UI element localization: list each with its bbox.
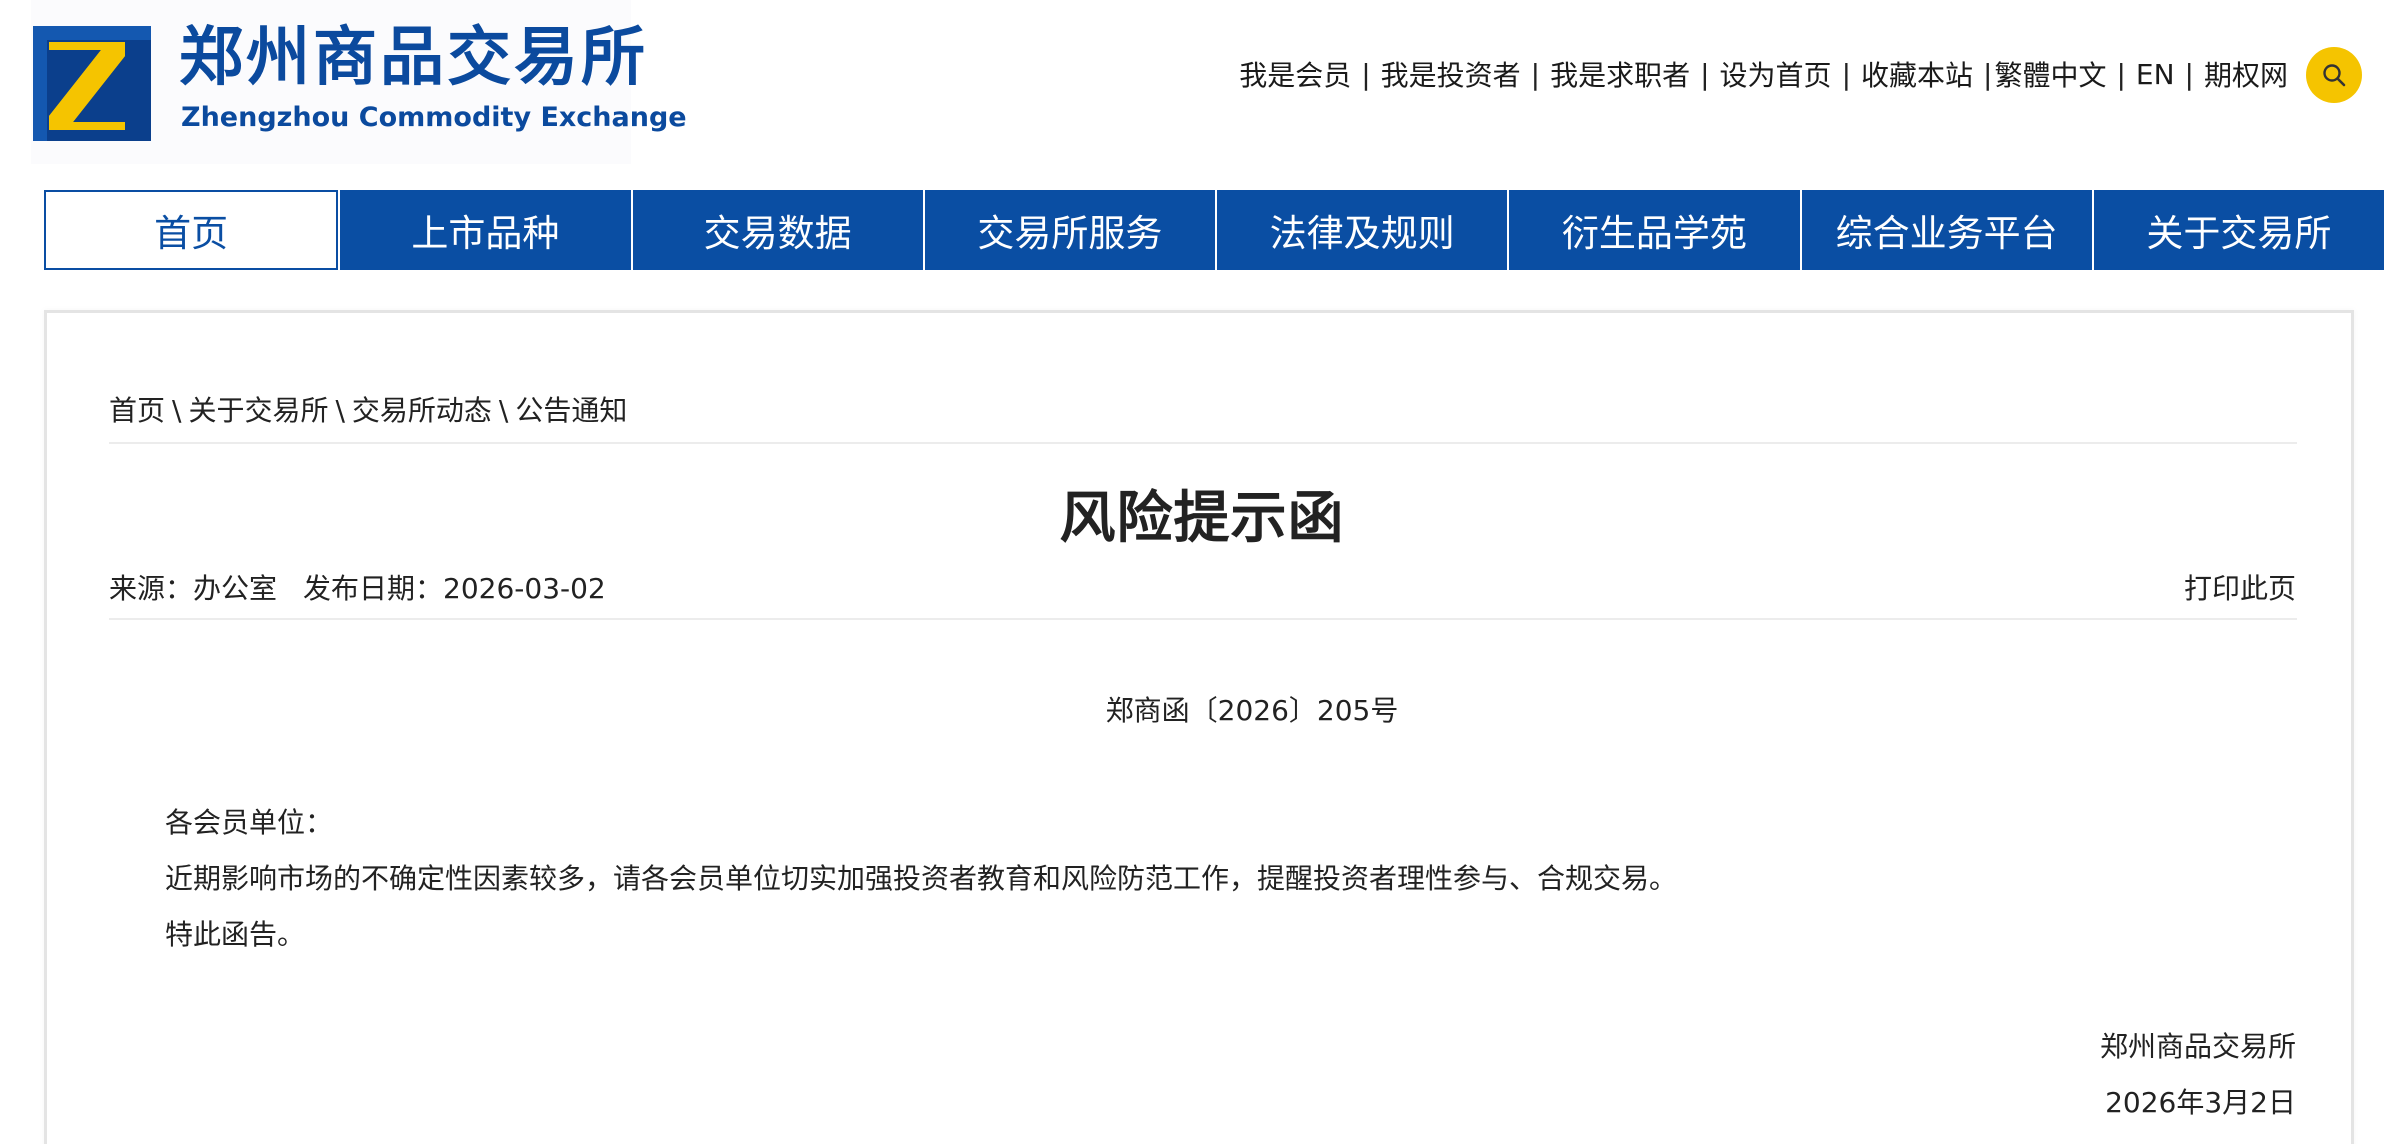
link-member[interactable]: 我是会员: [1239, 54, 1351, 94]
page: 郑州商品交易所 Zhengzhou Commodity Exchange 我是会…: [0, 0, 2402, 1144]
logo-english-name: Zhengzhou Commodity Exchange: [181, 102, 687, 133]
breadcrumb: 首页 \ 关于交易所 \ 交易所动态 \ 公告通知: [109, 389, 627, 429]
divider: [109, 618, 2297, 620]
article-meta: 来源：办公室 发布日期：2026-03-02: [109, 567, 606, 607]
article-title: 风险提示函: [1059, 486, 1345, 551]
closing-line: 特此函告。: [165, 918, 306, 951]
article-paragraph: 近期影响市场的不确定性因素较多，请各会员单位切实加强投资者教育和风险防范工作，提…: [165, 862, 1678, 895]
separator: |: [1530, 57, 1541, 91]
top-utility-links: 我是会员 | 我是投资者 | 我是求职者 | 设为首页 | 收藏本站 | 繁體中…: [1239, 52, 2288, 96]
article-date: 发布日期：2026-03-02: [303, 572, 606, 605]
separator: |: [1841, 57, 1851, 91]
site-logo[interactable]: 郑州商品交易所 Zhengzhou Commodity Exchange: [31, 0, 687, 164]
breadcrumb-about[interactable]: 关于交易所: [188, 394, 328, 427]
signature: 郑州商品交易所: [2099, 1030, 2296, 1063]
breadcrumb-separator: \: [172, 394, 182, 427]
breadcrumb-separator: \: [498, 394, 509, 427]
divider: [109, 442, 2297, 444]
breadcrumb-notices[interactable]: 公告通知: [515, 394, 627, 427]
logo-chinese-name: 郑州商品交易所: [179, 21, 648, 95]
document-number: 郑商函〔2026〕205号: [1105, 694, 1399, 727]
salutation: 各会员单位：: [165, 806, 334, 839]
link-english[interactable]: EN: [2136, 58, 2175, 91]
article-card: 首页 \ 关于交易所 \ 交易所动态 \ 公告通知 风险提示函 来源：办公室 发布日期：202…: [44, 310, 2354, 1144]
nav-item-about[interactable]: 关于交易所: [2091, 190, 2384, 270]
zce-logo-icon: [33, 26, 151, 141]
link-set-homepage[interactable]: 设为首页: [1720, 54, 1832, 94]
breadcrumb-separator: \: [335, 394, 345, 427]
link-options-site[interactable]: 期权网: [2204, 54, 2288, 94]
nav-item-derivatives-academy[interactable]: 衍生品学苑: [1507, 190, 1799, 270]
separator: |: [1361, 57, 1371, 91]
link-bookmark[interactable]: 收藏本站: [1861, 54, 1973, 94]
signature-date: 2026年3月2日: [2105, 1086, 2296, 1119]
nav-item-home[interactable]: 首页: [44, 190, 339, 270]
nav-item-laws-rules[interactable]: 法律及规则: [1215, 190, 1507, 270]
nav-item-business-platform[interactable]: 综合业务平台: [1799, 190, 2092, 270]
link-traditional-chinese[interactable]: 繁體中文: [1994, 54, 2106, 94]
separator: |: [1983, 57, 1993, 91]
nav-item-exchange-services[interactable]: 交易所服务: [922, 190, 1215, 270]
print-page-link[interactable]: 打印此页: [2184, 567, 2296, 607]
link-job-seeker[interactable]: 我是求职者: [1550, 54, 1690, 94]
nav-item-trading-data[interactable]: 交易数据: [630, 190, 923, 270]
link-investor[interactable]: 我是投资者: [1381, 54, 1521, 94]
article-source: 来源：办公室: [109, 572, 278, 605]
separator: |: [1700, 57, 1710, 91]
breadcrumb-home[interactable]: 首页: [109, 394, 165, 427]
nav-item-listed-products[interactable]: 上市品种: [338, 190, 630, 270]
main-nav: 首页 上市品种 交易数据 交易所服务 法律及规则 衍生品学苑 综合业务平台 关于…: [44, 190, 2384, 270]
separator: |: [2184, 57, 2194, 91]
search-icon: [2323, 64, 2346, 87]
breadcrumb-news[interactable]: 交易所动态: [352, 394, 492, 427]
separator: |: [2116, 57, 2126, 91]
search-button[interactable]: [2306, 47, 2362, 103]
